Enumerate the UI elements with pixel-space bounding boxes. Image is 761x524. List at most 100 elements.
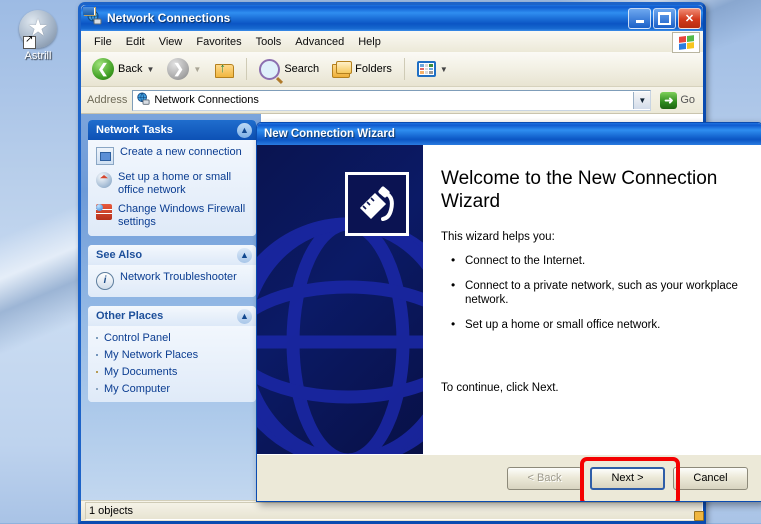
wizard-footer: < Back Next > Cancel bbox=[257, 454, 761, 501]
forward-button[interactable]: ❯ ▼ bbox=[162, 55, 206, 83]
caption-buttons: ✕ bbox=[628, 7, 701, 29]
sidebar-item-label: My Computer bbox=[104, 383, 171, 395]
chevron-down-icon[interactable]: ▼ bbox=[146, 65, 154, 74]
sidebar-item-my-computer[interactable]: My Computer bbox=[96, 383, 250, 395]
panel-header[interactable]: See Also ▲ bbox=[88, 245, 256, 265]
folders-label: Folders bbox=[355, 63, 392, 75]
status-bar: 1 objects bbox=[81, 500, 703, 521]
cancel-button[interactable]: Cancel bbox=[673, 466, 748, 490]
panel-body: Control Panel My Network Places My Docum… bbox=[88, 326, 256, 402]
new-connection-icon bbox=[96, 147, 114, 165]
sidebar-item-setup-home-network[interactable]: Set up a home or small office network bbox=[96, 171, 250, 197]
back-button[interactable]: ❮ Back ▼ bbox=[87, 55, 159, 83]
network-globe-icon bbox=[136, 91, 150, 109]
shortcut-arrow-icon bbox=[23, 34, 36, 49]
home-network-icon bbox=[96, 172, 112, 188]
chevron-up-icon[interactable]: ▲ bbox=[237, 308, 252, 324]
my-documents-icon bbox=[96, 371, 98, 373]
next-button[interactable]: Next > bbox=[590, 466, 665, 490]
wizard-content: Welcome to the New Connection Wizard Thi… bbox=[257, 145, 761, 454]
panel-network-tasks: Network Tasks ▲ Create a new connection … bbox=[88, 120, 256, 236]
go-label: Go bbox=[680, 94, 695, 106]
minimize-button[interactable] bbox=[628, 7, 651, 29]
globe-graphic bbox=[257, 217, 423, 454]
sidebar-item-create-new-connection[interactable]: Create a new connection bbox=[96, 146, 250, 165]
address-dropdown-icon[interactable]: ▼ bbox=[633, 91, 651, 109]
wizard-title: New Connection Wizard bbox=[264, 128, 395, 140]
chevron-down-icon: ▼ bbox=[193, 64, 202, 74]
panel-title: Other Places bbox=[96, 310, 164, 322]
network-plug-icon bbox=[345, 172, 409, 236]
back-label: Back bbox=[118, 63, 143, 75]
firewall-icon bbox=[96, 204, 112, 220]
sidebar-item-my-documents[interactable]: My Documents bbox=[96, 366, 250, 378]
menu-file[interactable]: File bbox=[87, 34, 119, 50]
toolbar: ❮ Back ▼ ❯ ▼ ↑ Search Folders ▼ bbox=[81, 52, 703, 87]
chevron-down-icon[interactable]: ▼ bbox=[440, 65, 448, 74]
menu-edit[interactable]: Edit bbox=[119, 34, 152, 50]
toolbar-separator bbox=[246, 58, 248, 80]
address-bar: Address Network Connections ▼ ➜ Go bbox=[81, 87, 703, 114]
chevron-up-icon[interactable]: ▲ bbox=[237, 247, 252, 263]
menu-tools[interactable]: Tools bbox=[249, 34, 289, 50]
windows-flag-icon bbox=[672, 32, 700, 53]
back-arrow-icon: ❮ bbox=[92, 58, 114, 80]
wizard-banner bbox=[257, 145, 423, 454]
sidebar-item-label: My Documents bbox=[104, 366, 178, 378]
up-folder-icon: ↑ bbox=[214, 60, 235, 79]
wizard-text-pane: Welcome to the New Connection Wizard Thi… bbox=[423, 145, 761, 454]
folders-icon bbox=[332, 61, 353, 78]
sidebar-item-label: Change Windows Firewall settings bbox=[118, 203, 246, 228]
desktop-icon-astrill[interactable]: ★ Astrill bbox=[8, 10, 68, 62]
sidebar-item-my-network-places[interactable]: My Network Places bbox=[96, 349, 250, 361]
close-button[interactable]: ✕ bbox=[678, 7, 701, 29]
wizard-bullet-list: Connect to the Internet. Connect to a pr… bbox=[441, 253, 746, 332]
wizard-bullet: Connect to the Internet. bbox=[451, 253, 746, 268]
go-button[interactable]: ➜ Go bbox=[656, 91, 699, 110]
views-icon bbox=[416, 61, 436, 77]
wizard-bullet: Connect to a private network, such as yo… bbox=[451, 278, 746, 307]
my-computer-icon bbox=[96, 388, 98, 390]
info-icon: i bbox=[96, 272, 114, 290]
views-button[interactable]: ▼ bbox=[412, 58, 453, 80]
wizard-bullet: Set up a home or small office network. bbox=[451, 317, 746, 332]
wizard-intro: This wizard helps you: bbox=[441, 231, 555, 243]
search-icon bbox=[259, 58, 281, 80]
task-sidebar: Network Tasks ▲ Create a new connection … bbox=[81, 114, 261, 500]
back-button[interactable]: < Back bbox=[507, 466, 582, 490]
sidebar-item-change-firewall-settings[interactable]: Change Windows Firewall settings bbox=[96, 203, 250, 229]
chevron-up-icon[interactable]: ▲ bbox=[237, 122, 252, 138]
sidebar-item-network-troubleshooter[interactable]: i Network Troubleshooter bbox=[96, 271, 250, 290]
panel-header[interactable]: Network Tasks ▲ bbox=[88, 120, 256, 140]
new-connection-wizard-dialog: New Connection Wizard Welcome to the New… bbox=[256, 122, 761, 502]
window-title: Network Connections bbox=[107, 11, 231, 25]
control-panel-icon bbox=[96, 337, 98, 339]
menu-view[interactable]: View bbox=[152, 34, 190, 50]
panel-title: See Also bbox=[96, 249, 143, 261]
maximize-button[interactable] bbox=[653, 7, 676, 29]
sidebar-item-label: My Network Places bbox=[104, 349, 199, 361]
menu-bar: File Edit View Favorites Tools Advanced … bbox=[81, 31, 703, 53]
up-button[interactable]: ↑ bbox=[209, 57, 239, 82]
folders-button[interactable]: Folders bbox=[327, 58, 397, 80]
go-arrow-icon: ➜ bbox=[660, 91, 678, 109]
menu-help[interactable]: Help bbox=[351, 34, 388, 50]
sidebar-item-control-panel[interactable]: Control Panel bbox=[96, 332, 250, 344]
sidebar-item-label: Create a new connection bbox=[120, 146, 242, 158]
search-label: Search bbox=[284, 63, 320, 75]
sidebar-item-label: Network Troubleshooter bbox=[120, 271, 237, 283]
address-label: Address bbox=[87, 94, 128, 106]
menu-favorites[interactable]: Favorites bbox=[189, 34, 248, 50]
panel-other-places: Other Places ▲ Control Panel My Network … bbox=[88, 306, 256, 402]
window-titlebar: Network Connections ✕ bbox=[81, 5, 703, 31]
panel-header[interactable]: Other Places ▲ bbox=[88, 306, 256, 326]
panel-title: Network Tasks bbox=[96, 124, 173, 136]
sidebar-item-label: Set up a home or small office network bbox=[118, 171, 232, 196]
wizard-heading: Welcome to the New Connection Wizard bbox=[441, 168, 718, 212]
menu-advanced[interactable]: Advanced bbox=[288, 34, 351, 50]
sidebar-item-label: Control Panel bbox=[104, 332, 171, 344]
search-button[interactable]: Search bbox=[254, 56, 324, 83]
panel-see-also: See Also ▲ i Network Troubleshooter bbox=[88, 245, 256, 297]
address-input[interactable]: Network Connections ▼ bbox=[132, 89, 652, 111]
wizard-continue-text: To continue, click Next. bbox=[441, 382, 559, 394]
